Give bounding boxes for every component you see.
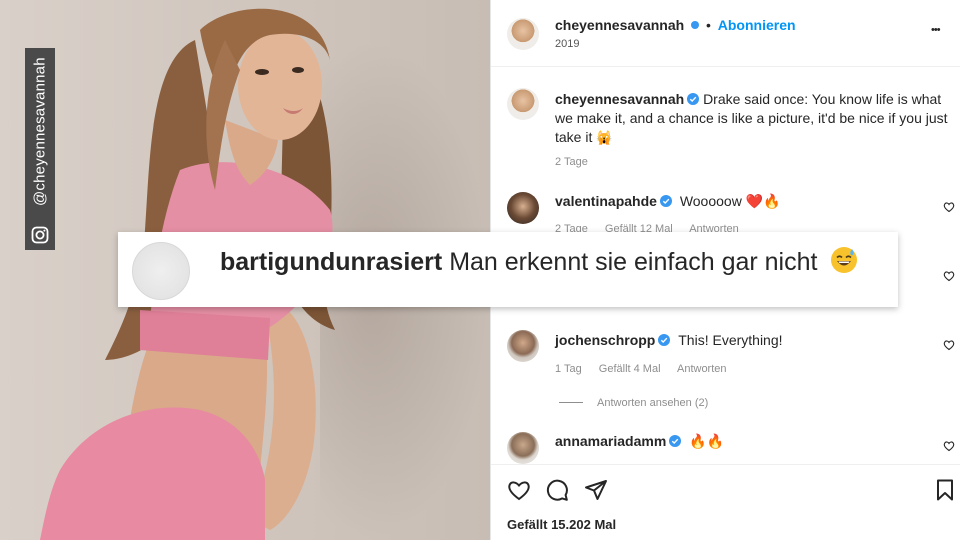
- header-divider: [491, 66, 960, 67]
- highlighted-comment-username[interactable]: bartigundunrasiert: [220, 248, 442, 276]
- comment-meta: 1 Tag Gefällt 4 Mal Antworten: [555, 363, 741, 375]
- verified-badge-icon: [687, 93, 700, 105]
- bookmark-icon[interactable]: [933, 478, 957, 502]
- comment-avatar-valentinapahde[interactable]: [507, 192, 539, 224]
- heart-icon[interactable]: [507, 478, 531, 502]
- default-avatar: [132, 242, 190, 300]
- verified-badge-icon: [658, 334, 671, 346]
- handle-text: @cheyennesavannah: [31, 57, 49, 207]
- highlighted-comment: bartigundunrasiert Man erkennt sie einfa…: [118, 232, 898, 307]
- view-replies-label: Antworten ansehen (2): [597, 397, 709, 409]
- comment-text: Wooooow ❤️🔥: [679, 193, 781, 209]
- comment-avatar-annamariadamm[interactable]: [507, 432, 539, 464]
- verified-badge-icon: [669, 435, 682, 447]
- verified-badge-icon: [691, 21, 700, 29]
- comment-username[interactable]: annamariadamm: [555, 433, 666, 449]
- comment-username[interactable]: jochenschropp: [555, 332, 655, 348]
- share-icon[interactable]: [584, 478, 608, 502]
- sweat-smile-emoji-icon: [831, 247, 858, 273]
- post-subtitle: 2019: [555, 38, 580, 50]
- caption-username[interactable]: cheyennesavannah: [555, 91, 684, 107]
- follow-separator: •: [705, 17, 711, 33]
- comment-valentinapahde: valentinapahde Wooooow ❤️🔥: [555, 193, 781, 210]
- actions-divider: [491, 464, 960, 465]
- comment-like-heart-icon[interactable]: [943, 339, 955, 351]
- caption: cheyennesavannah Drake said once: You kn…: [555, 90, 950, 147]
- comment-reply-button[interactable]: Antworten: [677, 363, 727, 375]
- likes-count[interactable]: Gefällt 15.202 Mal: [507, 517, 616, 532]
- verified-badge-icon: [659, 195, 672, 207]
- comment-text: 🔥🔥: [689, 433, 725, 449]
- comment-username[interactable]: valentinapahde: [555, 193, 657, 209]
- view-replies[interactable]: Antworten ansehen (2): [559, 397, 708, 409]
- highlighted-comment-text: bartigundunrasiert Man erkennt sie einfa…: [220, 246, 858, 277]
- comment-icon[interactable]: [545, 478, 569, 502]
- caption-age: 2 Tage: [555, 156, 588, 168]
- follow-button[interactable]: Abonnieren: [718, 17, 796, 33]
- comment-jochenschropp: jochenschropp This! Everything!: [555, 332, 783, 348]
- comment-like-heart-icon[interactable]: [943, 270, 955, 282]
- more-options-button[interactable]: •••: [931, 24, 941, 36]
- handle-watermark: @cheyennesavannah: [25, 48, 55, 250]
- instagram-icon: [31, 226, 49, 244]
- caption-emoji: 🙀: [596, 130, 613, 145]
- comment-annamariadamm: annamariadamm 🔥🔥: [555, 433, 724, 450]
- comment-age: 1 Tag: [555, 363, 582, 375]
- post-author-avatar[interactable]: [507, 18, 539, 50]
- view-replies-line: [559, 402, 583, 403]
- comment-like-heart-icon[interactable]: [943, 201, 955, 213]
- comment-likes[interactable]: Gefällt 4 Mal: [599, 363, 661, 375]
- comment-text: This! Everything!: [678, 332, 783, 348]
- caption-author-avatar[interactable]: [507, 88, 539, 120]
- post-header: cheyennesavannah • Abonnieren: [555, 17, 796, 33]
- highlighted-comment-body: Man erkennt sie einfach gar nicht: [449, 248, 818, 276]
- post-author-username[interactable]: cheyennesavannah: [555, 17, 684, 33]
- comment-like-heart-icon[interactable]: [943, 440, 955, 452]
- comment-avatar-jochenschropp[interactable]: [507, 330, 539, 362]
